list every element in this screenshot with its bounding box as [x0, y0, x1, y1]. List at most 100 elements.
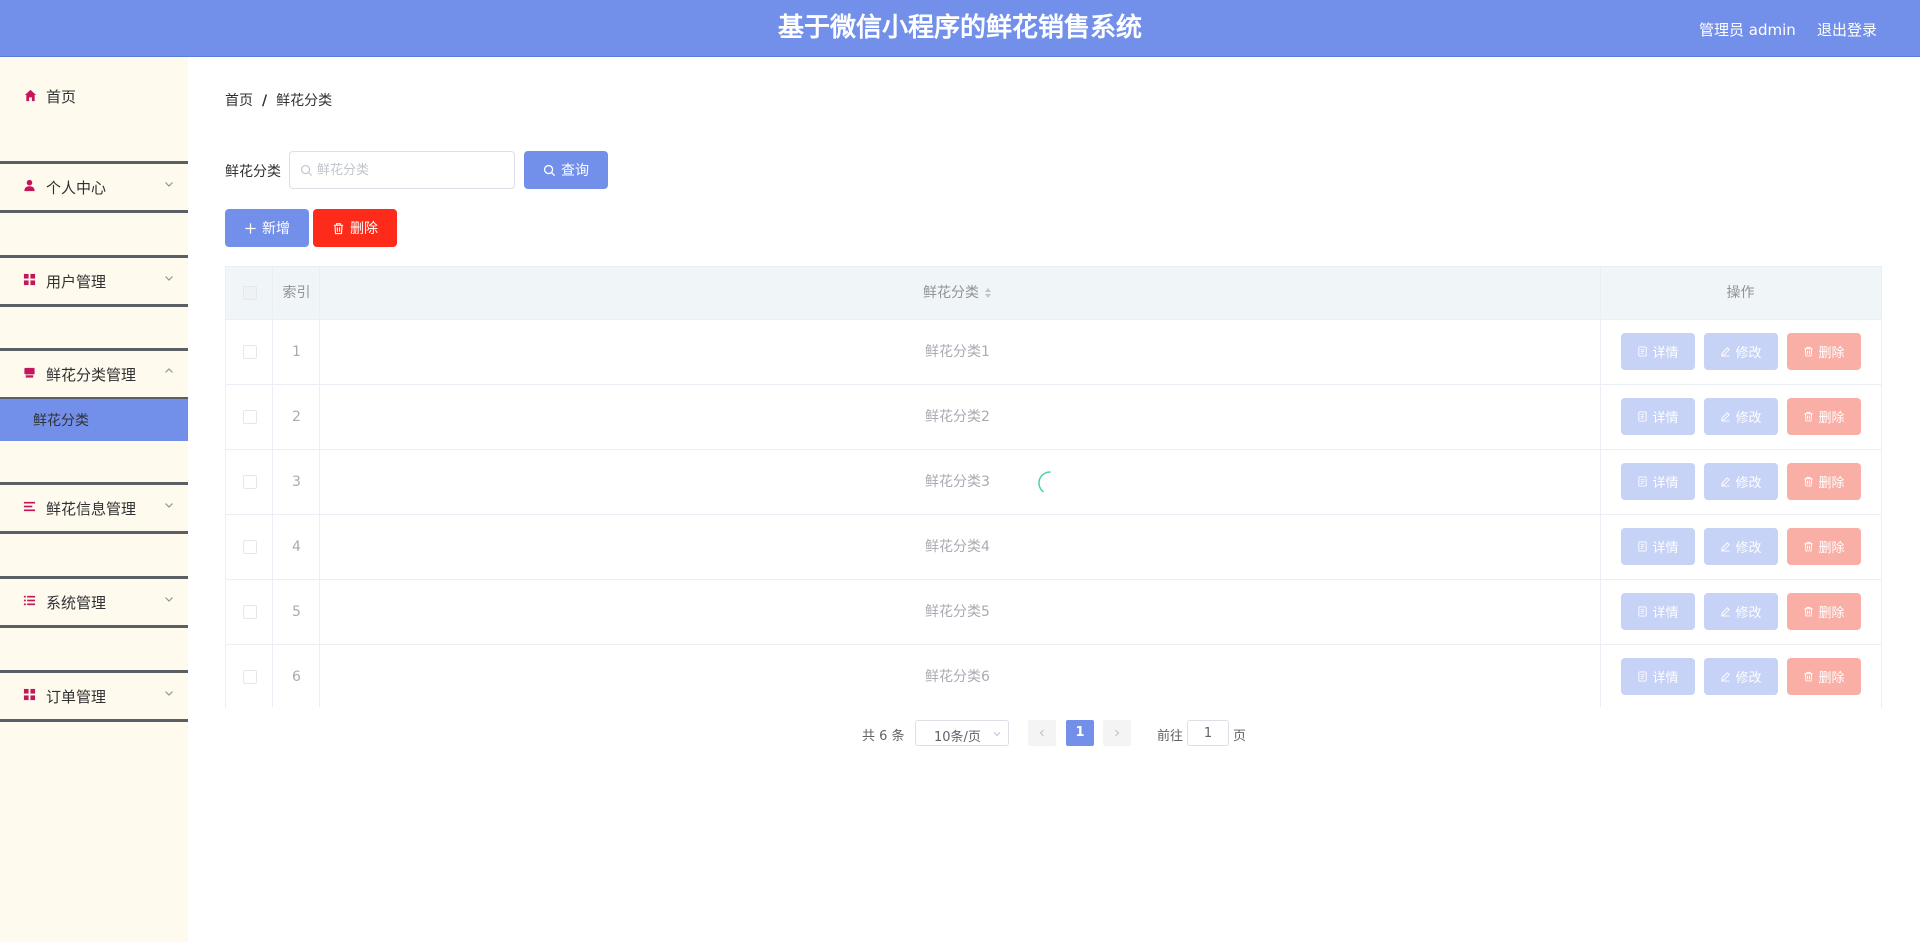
edit-button[interactable]: 修改	[1704, 528, 1778, 565]
sidebar-item-home[interactable]: 首页	[0, 79, 188, 113]
goto-label: 前往	[1157, 725, 1183, 744]
delete-button[interactable]: 删除	[1787, 333, 1861, 370]
app-title: 基于微信小程序的鲜花销售系统	[0, 0, 1920, 57]
row-index: 4	[273, 515, 320, 579]
row-category: 鲜花分类2	[320, 385, 1595, 449]
header-category-label: 鲜花分类	[923, 285, 979, 301]
sidebar-group-system[interactable]: 系统管理	[0, 576, 188, 628]
row-category: 鲜花分类6	[320, 645, 1595, 709]
current-user-label: 管理员 admin	[1699, 19, 1796, 40]
row-category: 鲜花分类1	[320, 320, 1595, 384]
sidebar-group-personal-center[interactable]: 个人中心	[0, 161, 188, 213]
row-category: 鲜花分类5	[320, 580, 1595, 644]
sidebar-group-label: 个人中心	[46, 177, 106, 198]
search-icon	[543, 164, 556, 177]
detail-button-label: 详情	[1652, 667, 1678, 686]
chevron-right-icon	[1112, 728, 1122, 738]
sidebar-group-orders[interactable]: 订单管理	[0, 670, 188, 722]
search-field[interactable]	[289, 151, 515, 189]
page-number-current[interactable]: 1	[1066, 720, 1094, 746]
table-row: 1鲜花分类1详情修改删除	[226, 319, 1881, 384]
detail-button-label: 详情	[1652, 407, 1678, 426]
delete-button-label: 删除	[1818, 407, 1844, 426]
list-icon	[23, 500, 36, 513]
prev-page-button[interactable]	[1028, 720, 1056, 746]
chevron-down-icon	[992, 729, 1002, 739]
sidebar-group-category-management[interactable]: 鲜花分类管理	[0, 348, 188, 400]
goto-suffix-label: 页	[1233, 725, 1246, 744]
detail-button-label: 详情	[1652, 342, 1678, 361]
row-checkbox[interactable]	[243, 475, 257, 489]
edit-button[interactable]: 修改	[1704, 333, 1778, 370]
table-row: 5鲜花分类5 详情 修改删除	[226, 579, 1881, 644]
column-divider	[319, 267, 320, 707]
page-size-value: 10条/页	[934, 726, 981, 745]
search-input[interactable]	[317, 153, 507, 187]
row-checkbox[interactable]	[243, 345, 257, 359]
chevron-down-icon	[163, 499, 175, 511]
chevron-down-icon	[163, 178, 175, 190]
edit-button[interactable]: 修改	[1704, 398, 1778, 435]
edit-button[interactable]: 修改	[1704, 463, 1778, 500]
pagination-total: 共 6 条	[862, 725, 905, 744]
delete-button[interactable]: 删除	[1787, 463, 1861, 500]
batch-delete-button[interactable]: 删除	[313, 209, 397, 247]
box-icon	[23, 366, 36, 379]
logout-link[interactable]: 退出登录	[1817, 19, 1877, 40]
page-size-select[interactable]: 10条/页	[915, 720, 1009, 746]
edit-icon	[1720, 411, 1731, 422]
breadcrumb: 首页/鲜花分类	[225, 90, 332, 110]
row-checkbox[interactable]	[243, 605, 257, 619]
chevron-down-icon	[163, 272, 175, 284]
sidebar-group-label: 系统管理	[46, 592, 106, 613]
detail-button-label: 详情	[1652, 472, 1678, 491]
header-select-cell	[226, 267, 273, 319]
trash-icon	[1803, 476, 1814, 487]
row-index: 5	[273, 580, 320, 644]
grid-icon	[23, 688, 36, 701]
trash-icon	[332, 222, 345, 235]
edit-icon	[1720, 346, 1731, 357]
breadcrumb-home-link[interactable]: 首页	[225, 93, 253, 109]
edit-button[interactable]: 修改	[1704, 658, 1778, 695]
goto-page-input[interactable]	[1187, 720, 1229, 746]
sidebar-item-flower-category[interactable]: 鲜花分类	[0, 399, 188, 441]
add-button[interactable]: 新增	[225, 209, 309, 247]
edit-button[interactable]: 修改	[1704, 593, 1778, 630]
sidebar-group-label: 用户管理	[46, 271, 106, 292]
row-checkbox[interactable]	[243, 670, 257, 684]
delete-button[interactable]: 删除	[1787, 528, 1861, 565]
detail-button[interactable]: 详情	[1621, 593, 1695, 630]
batch-delete-button-label: 删除	[350, 218, 378, 238]
list-icon	[23, 594, 36, 607]
sidebar-item-label: 首页	[46, 86, 76, 107]
sidebar-group-user-management[interactable]: 用户管理	[0, 255, 188, 307]
header-category[interactable]: 鲜花分类	[320, 267, 1595, 319]
delete-button[interactable]: 删除	[1787, 593, 1861, 630]
row-checkbox[interactable]	[243, 540, 257, 554]
detail-button[interactable]: 详情	[1621, 658, 1695, 695]
edit-icon	[1720, 606, 1731, 617]
select-all-checkbox[interactable]	[243, 286, 257, 300]
delete-button[interactable]: 删除	[1787, 398, 1861, 435]
detail-button[interactable]: 详情	[1621, 463, 1695, 500]
detail-button-label: 详情	[1652, 602, 1678, 621]
row-index: 3	[273, 450, 320, 514]
delete-button-label: 删除	[1818, 537, 1844, 556]
edit-button-label: 修改	[1735, 472, 1761, 491]
sort-icon[interactable]	[984, 287, 992, 299]
table-header: 索引 鲜花分类 操作	[226, 267, 1881, 319]
detail-button[interactable]: 详情	[1621, 333, 1695, 370]
delete-button[interactable]: 删除	[1787, 658, 1861, 695]
next-page-button[interactable]	[1103, 720, 1131, 746]
header-actions: 操作	[1600, 267, 1881, 319]
row-checkbox[interactable]	[243, 410, 257, 424]
delete-button-label: 删除	[1818, 342, 1844, 361]
detail-button[interactable]: 详情	[1621, 398, 1695, 435]
chevron-down-icon	[163, 687, 175, 699]
sidebar-group-flower-info[interactable]: 鲜花信息管理	[0, 482, 188, 534]
query-button[interactable]: 查询	[524, 151, 608, 189]
chevron-down-icon	[163, 593, 175, 605]
detail-button[interactable]: 详情	[1621, 528, 1695, 565]
breadcrumb-current: 鲜花分类	[276, 93, 332, 109]
